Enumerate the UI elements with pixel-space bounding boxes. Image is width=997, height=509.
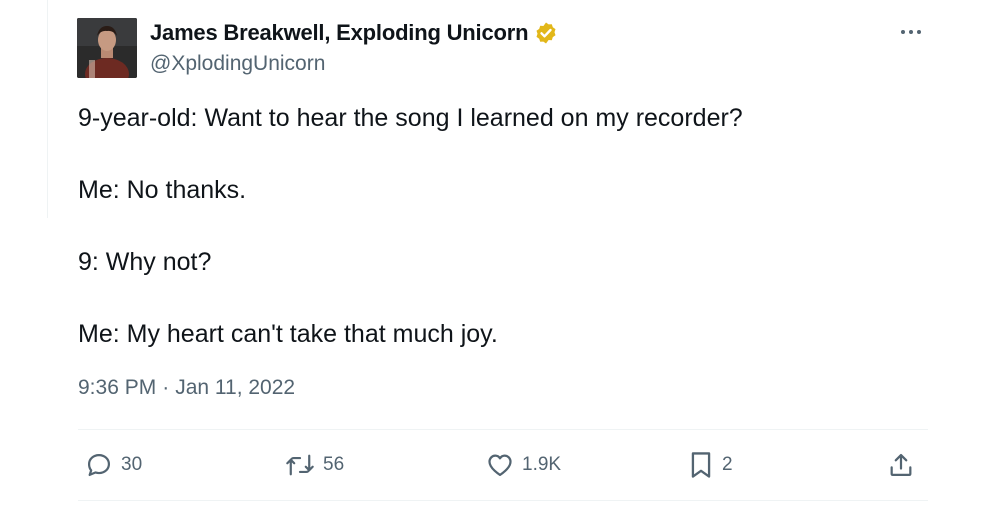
more-button[interactable] xyxy=(896,20,926,44)
divider xyxy=(78,500,928,501)
bookmark-count: 2 xyxy=(722,454,733,475)
avatar-image xyxy=(77,18,137,78)
action-bar: 30 56 1.9K 2 xyxy=(0,430,997,500)
heart-icon xyxy=(488,454,512,477)
reply-count: 30 xyxy=(121,454,143,475)
tweet-line: Me: No thanks. xyxy=(78,176,247,204)
timestamp-separator: · xyxy=(162,376,170,399)
bookmark-button[interactable]: 2 xyxy=(688,450,733,480)
tweet-line: 9-year-old: Want to hear the song I lear… xyxy=(78,104,743,132)
tweet-timestamp[interactable]: 9:36 PM · Jan 11, 2022 xyxy=(78,376,295,400)
retweet-button[interactable]: 56 xyxy=(285,450,344,480)
retweet-icon xyxy=(286,454,314,476)
tweet-line: 9: Why not? xyxy=(78,248,212,276)
like-count: 1.9K xyxy=(522,454,562,475)
reply-icon xyxy=(87,453,111,477)
author-name-row[interactable]: James Breakwell, Exploding Unicorn xyxy=(150,20,558,46)
tweet-line: Me: My heart can't take that much joy. xyxy=(78,320,498,348)
verified-badge-icon xyxy=(536,22,556,44)
share-icon xyxy=(890,453,912,477)
avatar[interactable] xyxy=(77,18,137,78)
bookmark-icon xyxy=(691,452,711,478)
tweet: James Breakwell, Exploding Unicorn @Xplo… xyxy=(0,0,997,509)
author-name[interactable]: James Breakwell, Exploding Unicorn xyxy=(150,20,529,46)
more-icon xyxy=(901,30,921,34)
tweet-time[interactable]: 9:36 PM xyxy=(78,376,156,400)
tweet-date[interactable]: Jan 11, 2022 xyxy=(175,376,295,400)
author-handle[interactable]: @XplodingUnicorn xyxy=(150,52,325,76)
like-button[interactable]: 1.9K xyxy=(486,450,561,480)
reply-button[interactable]: 30 xyxy=(85,450,142,480)
share-button[interactable] xyxy=(887,450,915,480)
retweet-count: 56 xyxy=(323,454,345,475)
